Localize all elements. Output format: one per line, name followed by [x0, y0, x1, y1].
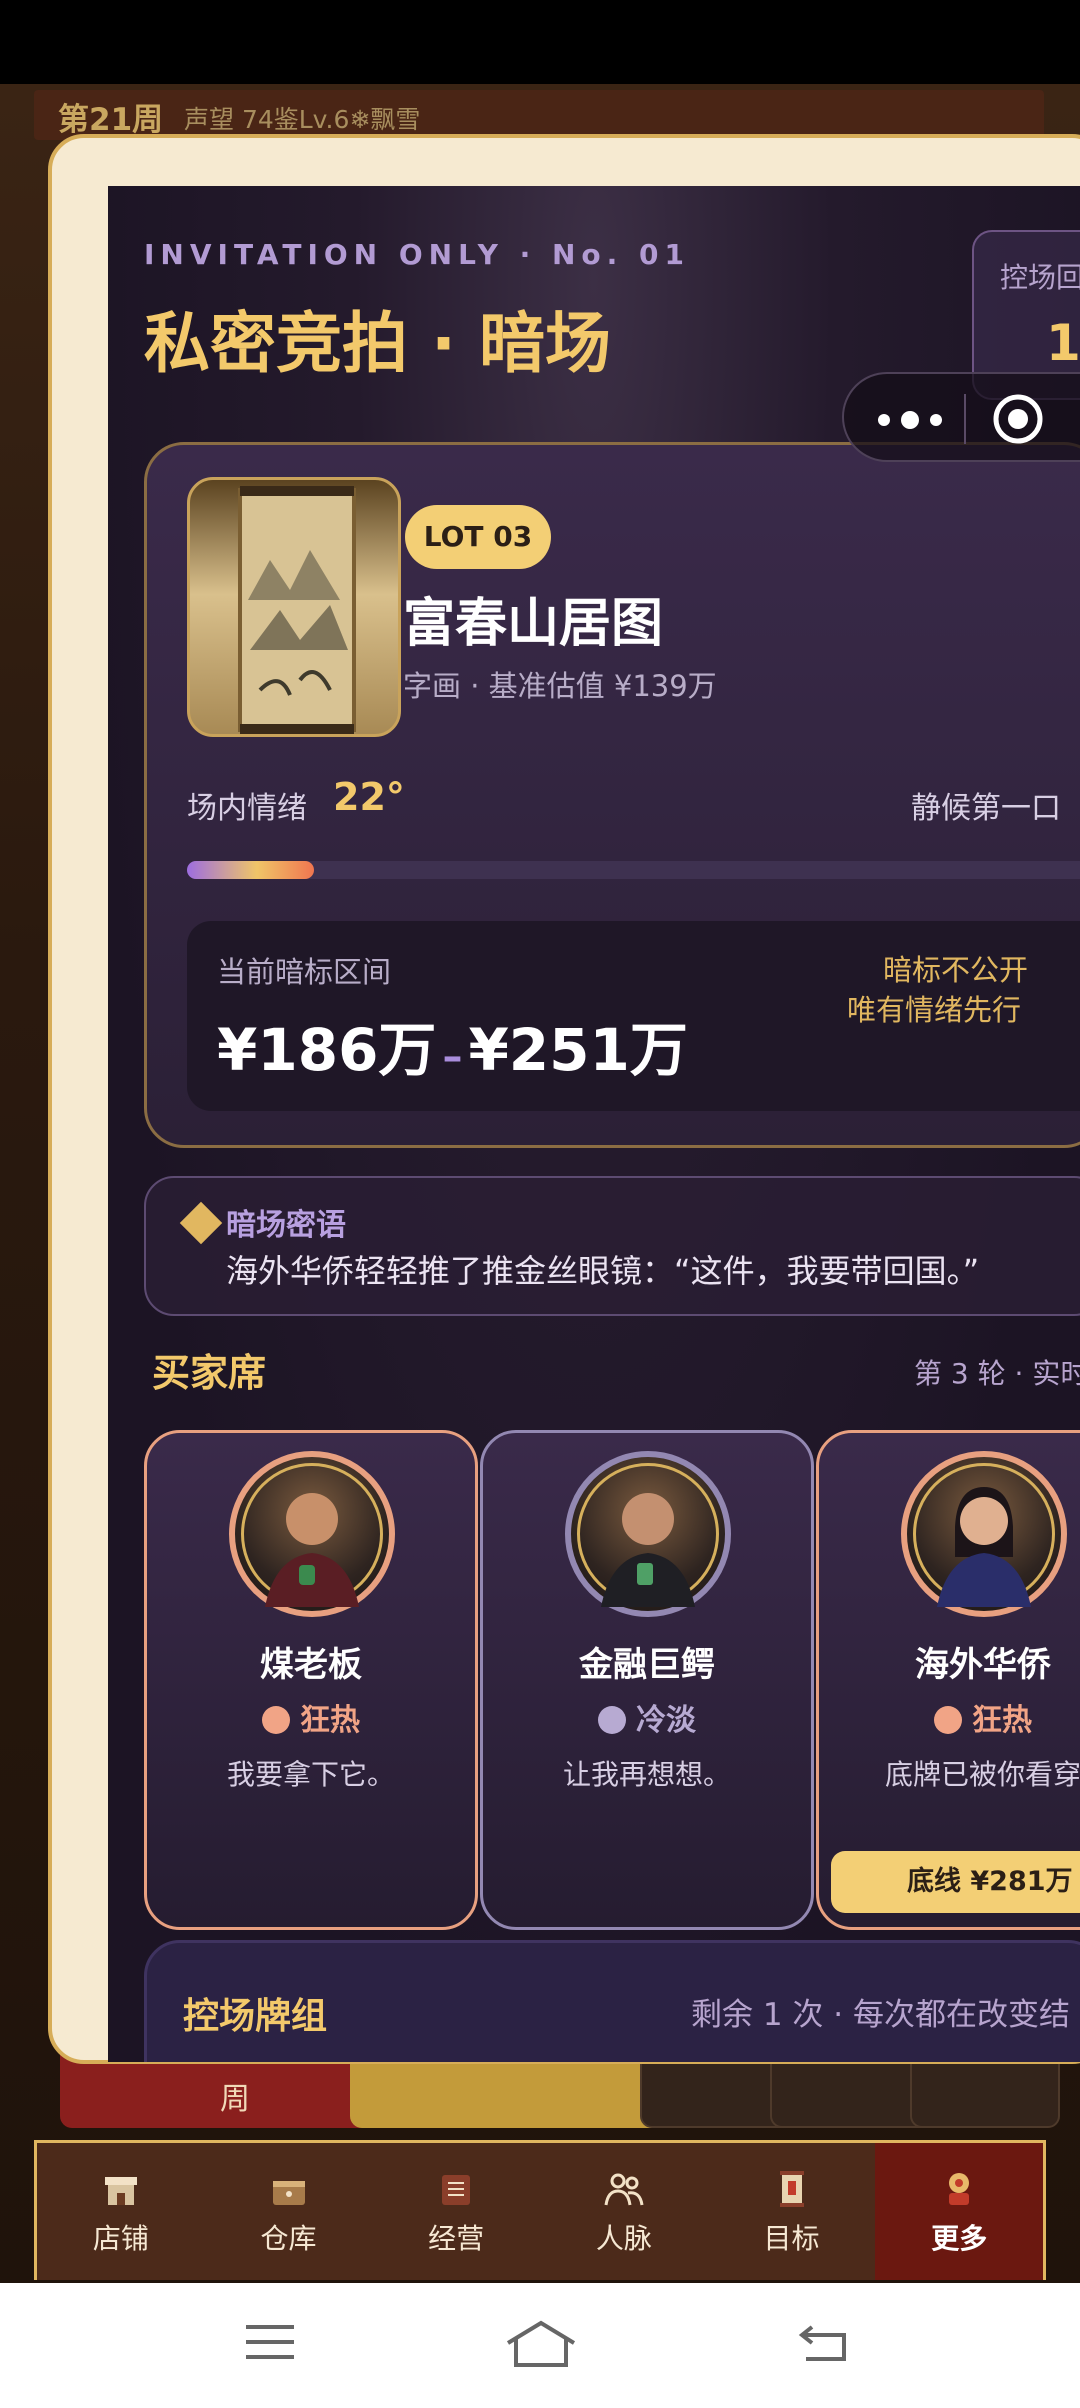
more-icon — [949, 2172, 970, 2205]
buyer-name: 金融巨鳄 — [579, 1645, 715, 1685]
control-deck-info: 剩余 1 次 · 每次都在改变结 — [691, 1997, 1070, 2033]
bid-low: ¥186万 — [217, 1016, 437, 1084]
buyer-mood: 狂热 — [819, 1695, 1080, 1739]
bid-range-box: 当前暗标区间 ¥186万 – ¥251万 暗标不公开 唯有情绪先行 — [187, 921, 1080, 1111]
system-nav-bar — [0, 2283, 1080, 2408]
nav-item-shop[interactable]: 店铺 — [37, 2143, 205, 2280]
control-deck-panel: 控场牌组 剩余 1 次 · 每次都在改变结 — [144, 1940, 1080, 2062]
buyer-quote: 我要拿下它。 — [226, 1758, 395, 1791]
miniprogram-capsule — [842, 372, 1080, 462]
bid-dash: – — [442, 1034, 463, 1080]
round-info: 第 3 轮 · 实时 — [914, 1357, 1080, 1390]
mood-meter — [187, 861, 1080, 879]
nav-label: 目标 — [763, 2221, 820, 2255]
modal-title: 私密竞拍 · 暗场 — [144, 305, 612, 382]
buyer-mood: 冷淡 — [483, 1695, 811, 1739]
bid-high: ¥251万 — [468, 1016, 688, 1084]
reputation-meta: 声望 74鉴Lv.6❄飘雪 — [184, 105, 421, 134]
menu-icon[interactable] — [242, 2319, 298, 2365]
close-target-icon[interactable] — [990, 391, 1046, 447]
bid-range-value: ¥186万 – ¥251万 — [217, 1003, 688, 1087]
buyers-section-title: 买家席 — [152, 1351, 267, 1395]
mood-dot-icon — [934, 1706, 962, 1734]
ledger-icon — [442, 2174, 471, 2205]
nav-item-goals[interactable]: 目标 — [708, 2143, 876, 2280]
control-deck-title: 控场牌组 — [183, 1996, 328, 2037]
buyer-card[interactable]: 金融巨鳄 冷淡 让我再想想。 — [480, 1430, 814, 1930]
nav-label: 更多 — [931, 2221, 988, 2255]
shop-icon — [104, 2176, 137, 2205]
nav-label: 经营 — [428, 2221, 485, 2255]
whisper-label: 暗场密语 — [226, 1208, 346, 1243]
buyer-quote: 底牌已被你看穿 — [884, 1758, 1080, 1791]
control-rounds-label: 控场回 — [1000, 261, 1080, 294]
bid-note-1: 暗标不公开 — [883, 953, 1029, 987]
nav-item-warehouse[interactable]: 仓库 — [205, 2143, 373, 2280]
buyer-mood-text: 狂热 — [300, 1703, 360, 1738]
buyer-avatar — [229, 1451, 395, 1617]
buyer-avatar — [565, 1451, 731, 1617]
behind-tab-label: 周 — [220, 2082, 250, 2117]
auction-modal: INVITATION ONLY · No. 01 私密竞拍 · 暗场 控场回 1… — [108, 186, 1080, 2062]
buyer-mood: 狂热 — [147, 1695, 475, 1739]
bottom-nav: 店铺 仓库 经营 人脉 目标 更多 — [34, 2140, 1046, 2280]
bid-note-2: 唯有情绪先行 — [847, 993, 1022, 1027]
mood-value: 22° — [333, 775, 405, 819]
mood-label: 场内情绪 — [187, 791, 307, 826]
buyer-card[interactable]: 煤老板 狂热 我要拿下它。 — [144, 1430, 478, 1930]
warehouse-icon — [272, 2180, 305, 2205]
more-dots-icon[interactable] — [870, 400, 950, 440]
buyer-mood-text: 狂热 — [972, 1703, 1032, 1738]
nav-item-contacts[interactable]: 人脉 — [540, 2143, 708, 2280]
buyer-card[interactable]: 海外华侨 狂热 底牌已被你看穿 底线 ¥281万 — [816, 1430, 1080, 1930]
whisper-text: 海外华侨轻轻推了推金丝眼镜：“这件，我要带回国。” — [226, 1252, 980, 1290]
back-icon[interactable] — [796, 2319, 852, 2365]
lot-subtitle: 字画 · 基准估值 ¥139万 — [403, 669, 717, 703]
week-label: 第21周 — [58, 102, 164, 138]
buyer-name: 海外华侨 — [915, 1645, 1051, 1685]
mood-dot-icon — [598, 1706, 626, 1734]
mood-dot-icon — [262, 1706, 290, 1734]
status-bar — [0, 0, 1080, 84]
whisper-panel: 暗场密语 海外华侨轻轻推了推金丝眼镜：“这件，我要带回国。” — [144, 1176, 1080, 1316]
lot-name: 富春山居图 — [403, 594, 664, 654]
capsule-divider — [964, 394, 966, 444]
buyer-quote: 让我再想想。 — [562, 1758, 731, 1791]
lot-card: LOT 03 富春山居图 字画 · 基准估值 ¥139万 场内情绪 22° 静候… — [144, 442, 1080, 1148]
nav-label: 店铺 — [92, 2221, 149, 2255]
lot-number-tag: LOT 03 — [405, 505, 551, 569]
nav-label: 人脉 — [595, 2221, 652, 2255]
people-icon — [604, 2173, 644, 2205]
invitation-eyebrow: INVITATION ONLY · No. 01 — [144, 238, 691, 271]
mood-meter-fill — [187, 861, 314, 879]
home-icon[interactable] — [504, 2319, 578, 2369]
floor-price-badge: 底线 ¥281万 — [831, 1851, 1080, 1913]
nav-item-more[interactable]: 更多 — [875, 2143, 1044, 2280]
nav-item-operations[interactable]: 经营 — [372, 2143, 540, 2280]
control-rounds-value: 1 — [1046, 314, 1080, 372]
buyer-avatar — [901, 1451, 1067, 1617]
buyer-name: 煤老板 — [260, 1645, 362, 1685]
painting-thumbnail — [187, 477, 401, 737]
diamond-icon — [179, 1201, 223, 1245]
nav-label: 仓库 — [260, 2221, 317, 2255]
mood-status: 静候第一口 — [911, 791, 1061, 826]
game-top-bar: 第21周 声望 74鉴Lv.6❄飘雪 — [34, 90, 1044, 140]
buyer-mood-text: 冷淡 — [636, 1703, 696, 1738]
bid-range-label: 当前暗标区间 — [217, 955, 392, 989]
scroll-icon — [779, 2170, 804, 2207]
